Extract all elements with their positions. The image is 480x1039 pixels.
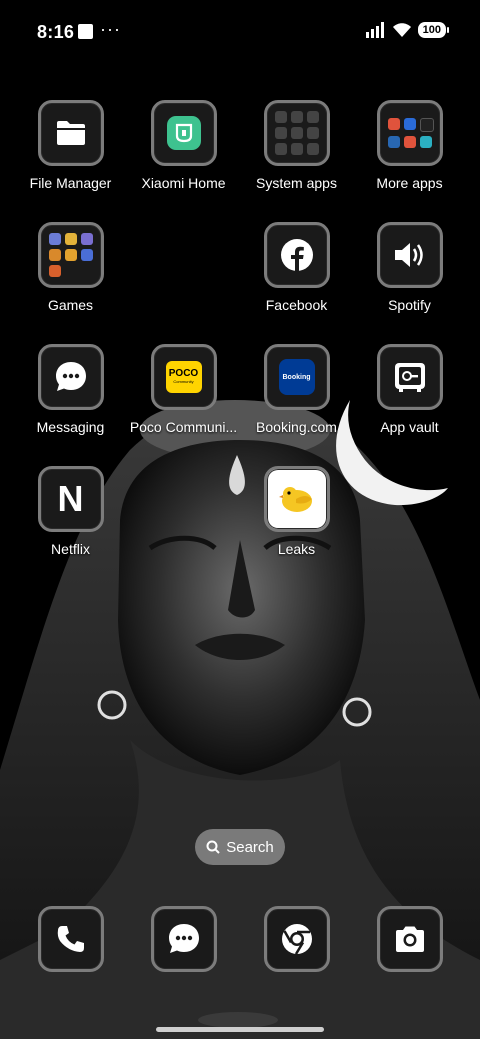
clock: 8:16 bbox=[37, 22, 75, 42]
file-manager-tile[interactable] bbox=[37, 100, 104, 166]
app-label: Leaks bbox=[277, 541, 316, 557]
dock-phone[interactable] bbox=[38, 906, 104, 972]
phone-icon bbox=[57, 926, 84, 952]
app-netflix[interactable]: N Netflix bbox=[14, 466, 127, 557]
games-folder-icon bbox=[48, 233, 93, 277]
bird-icon bbox=[278, 487, 312, 512]
booking-icon: Booking bbox=[278, 359, 315, 395]
dock-messaging-tile[interactable] bbox=[151, 906, 217, 972]
app-label: File Manager bbox=[29, 175, 112, 191]
poco-icon-text: POCO bbox=[168, 368, 199, 379]
app-spotify[interactable]: Spotify bbox=[353, 222, 466, 313]
netflix-icon: N bbox=[57, 478, 84, 519]
messaging-tile[interactable] bbox=[37, 344, 104, 410]
home-indicator[interactable] bbox=[156, 1027, 324, 1032]
app-label: Xiaomi Home bbox=[141, 175, 226, 191]
app-label: Messaging bbox=[36, 419, 105, 435]
system-apps-folder-icon bbox=[274, 111, 319, 155]
chrome-icon bbox=[282, 924, 312, 955]
app-xiaomi-home[interactable]: Xiaomi Home bbox=[127, 100, 240, 191]
camera-icon bbox=[396, 926, 424, 952]
app-label: Spotify bbox=[388, 297, 431, 313]
camera-tile[interactable] bbox=[377, 906, 443, 972]
search-label: Search bbox=[226, 838, 274, 856]
app-file-manager[interactable]: File Manager bbox=[14, 100, 127, 191]
app-label: More apps bbox=[376, 175, 443, 191]
dock-browser[interactable] bbox=[264, 906, 330, 972]
folder-system-apps[interactable]: System apps bbox=[240, 100, 353, 191]
app-label: App vault bbox=[380, 419, 439, 435]
dock-messaging[interactable] bbox=[151, 906, 217, 972]
app-facebook[interactable]: Facebook bbox=[240, 222, 353, 313]
facebook-icon bbox=[280, 239, 313, 271]
app-app-vault[interactable]: App vault bbox=[353, 344, 466, 435]
app-label: Facebook bbox=[265, 297, 328, 313]
system-apps-folder-tile[interactable] bbox=[263, 100, 330, 166]
netflix-tile[interactable]: N bbox=[37, 466, 104, 532]
xiaomi-home-icon bbox=[166, 116, 201, 150]
app-label: Poco Communi... bbox=[129, 419, 238, 435]
app-poco-community[interactable]: POCO Community Poco Communi... bbox=[127, 344, 240, 435]
signal-icon bbox=[365, 22, 384, 38]
dock-camera[interactable] bbox=[377, 906, 443, 972]
phone-tile[interactable] bbox=[38, 906, 104, 972]
spotify-tile[interactable] bbox=[376, 222, 443, 288]
app-booking[interactable]: Booking Booking.com bbox=[240, 344, 353, 435]
app-messaging[interactable]: Messaging bbox=[14, 344, 127, 435]
booking-tile[interactable]: Booking bbox=[263, 344, 330, 410]
battery-icon: 100 bbox=[417, 22, 450, 38]
poco-community-tile[interactable]: POCO Community bbox=[150, 344, 217, 410]
folder-icon bbox=[56, 121, 85, 145]
wifi-icon bbox=[392, 23, 411, 37]
app-label: System apps bbox=[256, 175, 337, 191]
more-notifications-icon: ··· bbox=[100, 19, 121, 39]
app-label: Booking.com bbox=[256, 419, 337, 435]
folder-more-apps[interactable]: More apps bbox=[353, 100, 466, 191]
speaker-icon bbox=[394, 243, 423, 267]
poco-icon-subtext: Community bbox=[173, 379, 194, 384]
app-vault-tile[interactable] bbox=[376, 344, 443, 410]
folder-games[interactable]: Games bbox=[14, 222, 127, 313]
games-folder-tile[interactable] bbox=[37, 222, 104, 288]
chat-bubble-icon bbox=[169, 924, 199, 953]
facebook-tile[interactable] bbox=[263, 222, 330, 288]
leaks-tile[interactable] bbox=[263, 466, 330, 532]
browser-tile[interactable] bbox=[264, 906, 330, 972]
chat-bubble-icon bbox=[55, 362, 86, 391]
poco-icon: POCO Community bbox=[165, 361, 202, 393]
search-button[interactable]: Search bbox=[195, 829, 285, 865]
app-leaks[interactable]: Leaks bbox=[240, 466, 353, 557]
app-label: Netflix bbox=[51, 541, 90, 557]
more-apps-folder-tile[interactable] bbox=[376, 100, 443, 166]
search-icon bbox=[206, 840, 220, 854]
more-apps-folder-icon bbox=[387, 118, 434, 148]
safe-icon bbox=[394, 363, 425, 392]
xiaomi-home-tile[interactable] bbox=[150, 100, 217, 166]
status-bar: 8:16 ··· 100 bbox=[0, 0, 480, 64]
app-label: Games bbox=[47, 297, 94, 313]
notification-icon bbox=[78, 24, 93, 39]
booking-icon-text: Booking bbox=[282, 373, 311, 381]
